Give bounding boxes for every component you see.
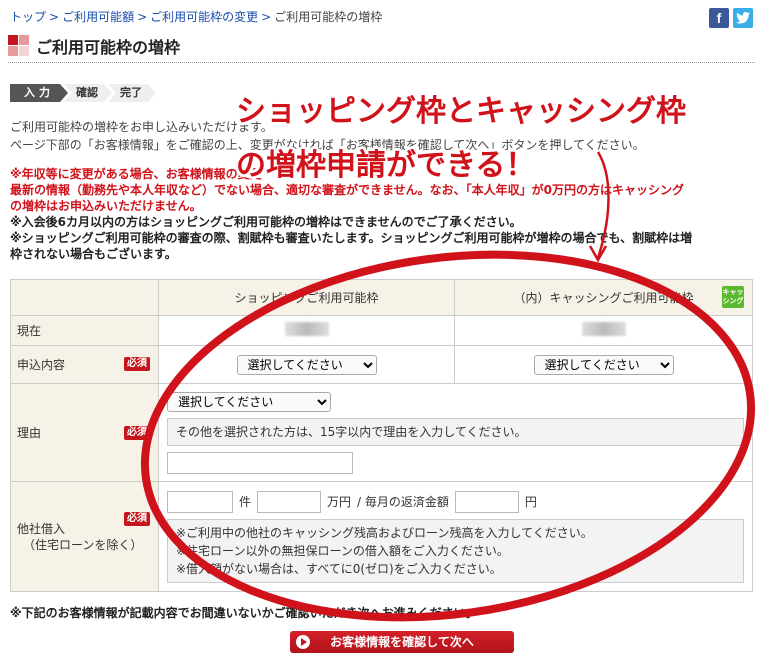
- table-header-row: ショッピングご利用可能枠 （内）キャッシングご利用可能枠 キャッシング: [10, 279, 753, 316]
- title-logo-icon: [8, 35, 30, 57]
- other-loans-notes: ※ご利用中の他社のキャッシング残高およびローン残高を入力してください。 ※住宅ロ…: [167, 518, 744, 583]
- step-input: 入力: [10, 84, 68, 102]
- warning-installment-1: ※ショッピングご利用可能枠の審査の際、割賦枠も審査いたします。ショッピングご利用…: [10, 231, 693, 245]
- step-complete: 完了: [108, 84, 156, 102]
- breadcrumb-link-limit[interactable]: ご利用可能額: [62, 10, 134, 24]
- apply-shopping-cell: 選択してください: [158, 345, 455, 384]
- table-row-other-loans: 他社借入 （住宅ローンを除く） 必須 件 万円 / 毎月の返済金額 円 ※ご利用…: [10, 481, 753, 592]
- row-other-text-2: （住宅ローンを除く）: [23, 537, 143, 552]
- loan-amount-input[interactable]: [257, 490, 322, 513]
- row-apply-label: 申込内容 必須: [10, 345, 159, 384]
- breadcrumb: トップ > ご利用可能額 > ご利用可能枠の変更 > ご利用可能枠の増枠: [10, 8, 382, 25]
- table-corner: [10, 279, 159, 316]
- required-badge: 必須: [124, 512, 150, 526]
- col-shopping-header: ショッピングご利用可能枠: [158, 279, 455, 316]
- unit-man-yen-label: 万円: [327, 495, 352, 509]
- confirm-customer-info-button[interactable]: お客様情報を確認して次へ: [290, 631, 514, 653]
- unit-yen-label: 円: [524, 495, 537, 509]
- breadcrumb-separator: >: [49, 10, 60, 24]
- monthly-payment-input[interactable]: [454, 490, 519, 513]
- facebook-icon[interactable]: f: [709, 8, 729, 28]
- other-note-3: ※借入額がない場合は、すべてに0(ゼロ)をご入力ください。: [176, 561, 502, 576]
- col-cashing-header: （内）キャッシングご利用可能枠 キャッシング: [454, 279, 753, 316]
- monthly-payment-label: / 毎月の返済金額: [357, 495, 449, 509]
- twitter-icon[interactable]: [733, 8, 753, 28]
- warning-income-2: 最新の情報（勤務先や本人年収など）でない場合、適切な審査ができません。なお、「本…: [10, 183, 684, 197]
- required-badge: 必須: [124, 357, 150, 371]
- col-cashing-label: （内）キャッシングご利用可能枠: [513, 291, 694, 305]
- breadcrumb-link-top[interactable]: トップ: [10, 10, 46, 24]
- breadcrumb-separator: >: [137, 10, 148, 24]
- annotation-headline-1: ショッピング枠とキャッシング枠: [236, 94, 686, 129]
- other-note-2: ※住宅ローン以外の無担保ローンの借入額をご入力ください。: [176, 543, 509, 558]
- step-confirm: 確認: [64, 84, 112, 102]
- reason-cell: 選択してください その他を選択された方は、15字以内で理由を入力してください。: [158, 383, 753, 482]
- row-other-label: 他社借入 （住宅ローンを除く） 必須: [10, 481, 159, 592]
- masked-value: [581, 322, 626, 336]
- other-note-1: ※ご利用中の他社のキャッシング残高およびローン残高を入力してください。: [176, 525, 593, 540]
- current-cashing-value: [454, 315, 753, 346]
- other-loans-inputs: 件 万円 / 毎月の返済金額 円: [167, 490, 744, 513]
- limit-form-table: ショッピングご利用可能枠 （内）キャッシングご利用可能枠 キャッシング 現在 申…: [10, 279, 753, 592]
- cashing-icon: キャッシング: [722, 286, 744, 308]
- warning-installment-2: 枠されない場合もございます。: [10, 247, 177, 261]
- table-row-apply: 申込内容 必須 選択してください 選択してください: [10, 345, 753, 384]
- breadcrumb-link-change[interactable]: ご利用可能枠の変更: [150, 10, 258, 24]
- current-shopping-value: [158, 315, 455, 346]
- table-row-reason: 理由 必須 選択してください その他を選択された方は、15字以内で理由を入力して…: [10, 383, 753, 482]
- reason-text-input[interactable]: [167, 451, 353, 474]
- breadcrumb-current: ご利用可能枠の増枠: [274, 10, 383, 24]
- bottom-note: ※下記のお客様情報が記載内容でお間違いないかご確認いただき次へお進みください。: [10, 606, 478, 620]
- row-apply-text: 申込内容: [17, 358, 66, 372]
- row-current-label: 現在: [10, 315, 159, 346]
- social-share: f: [709, 8, 753, 28]
- masked-value: [284, 322, 329, 336]
- title-divider: [8, 62, 755, 63]
- page-title: ご利用可能枠の増枠: [36, 38, 181, 57]
- page-header: ご利用可能枠の増枠: [8, 34, 180, 58]
- play-icon: [296, 635, 310, 649]
- confirm-button-label: お客様情報を確認して次へ: [330, 635, 474, 649]
- table-row-current: 現在: [10, 315, 753, 346]
- reason-note: その他を選択された方は、15字以内で理由を入力してください。: [167, 417, 744, 446]
- unit-count-label: 件: [239, 495, 252, 509]
- cashing-amount-select[interactable]: 選択してください: [533, 354, 674, 375]
- step-indicator: 入力 確認 完了: [10, 84, 152, 102]
- shopping-amount-select[interactable]: 選択してください: [236, 354, 377, 375]
- breadcrumb-separator: >: [261, 10, 272, 24]
- loan-count-input[interactable]: [167, 490, 233, 513]
- apply-cashing-cell: 選択してください: [454, 345, 753, 384]
- required-badge: 必須: [124, 426, 150, 440]
- annotation-headline-2: の増枠申請ができる！: [236, 148, 536, 183]
- warning-income-3: の増枠はお申込みいただけません。: [10, 199, 202, 213]
- row-reason-text: 理由: [17, 426, 42, 440]
- row-reason-label: 理由 必須: [10, 383, 159, 482]
- warning-six-months: ※入会後6カ月以内の方はショッピングご利用可能枠の増枠はできませんのでご了承くだ…: [10, 215, 522, 229]
- reason-select[interactable]: 選択してください: [167, 391, 331, 412]
- other-loans-cell: 件 万円 / 毎月の返済金額 円 ※ご利用中の他社のキャッシング残高およびローン…: [158, 481, 753, 592]
